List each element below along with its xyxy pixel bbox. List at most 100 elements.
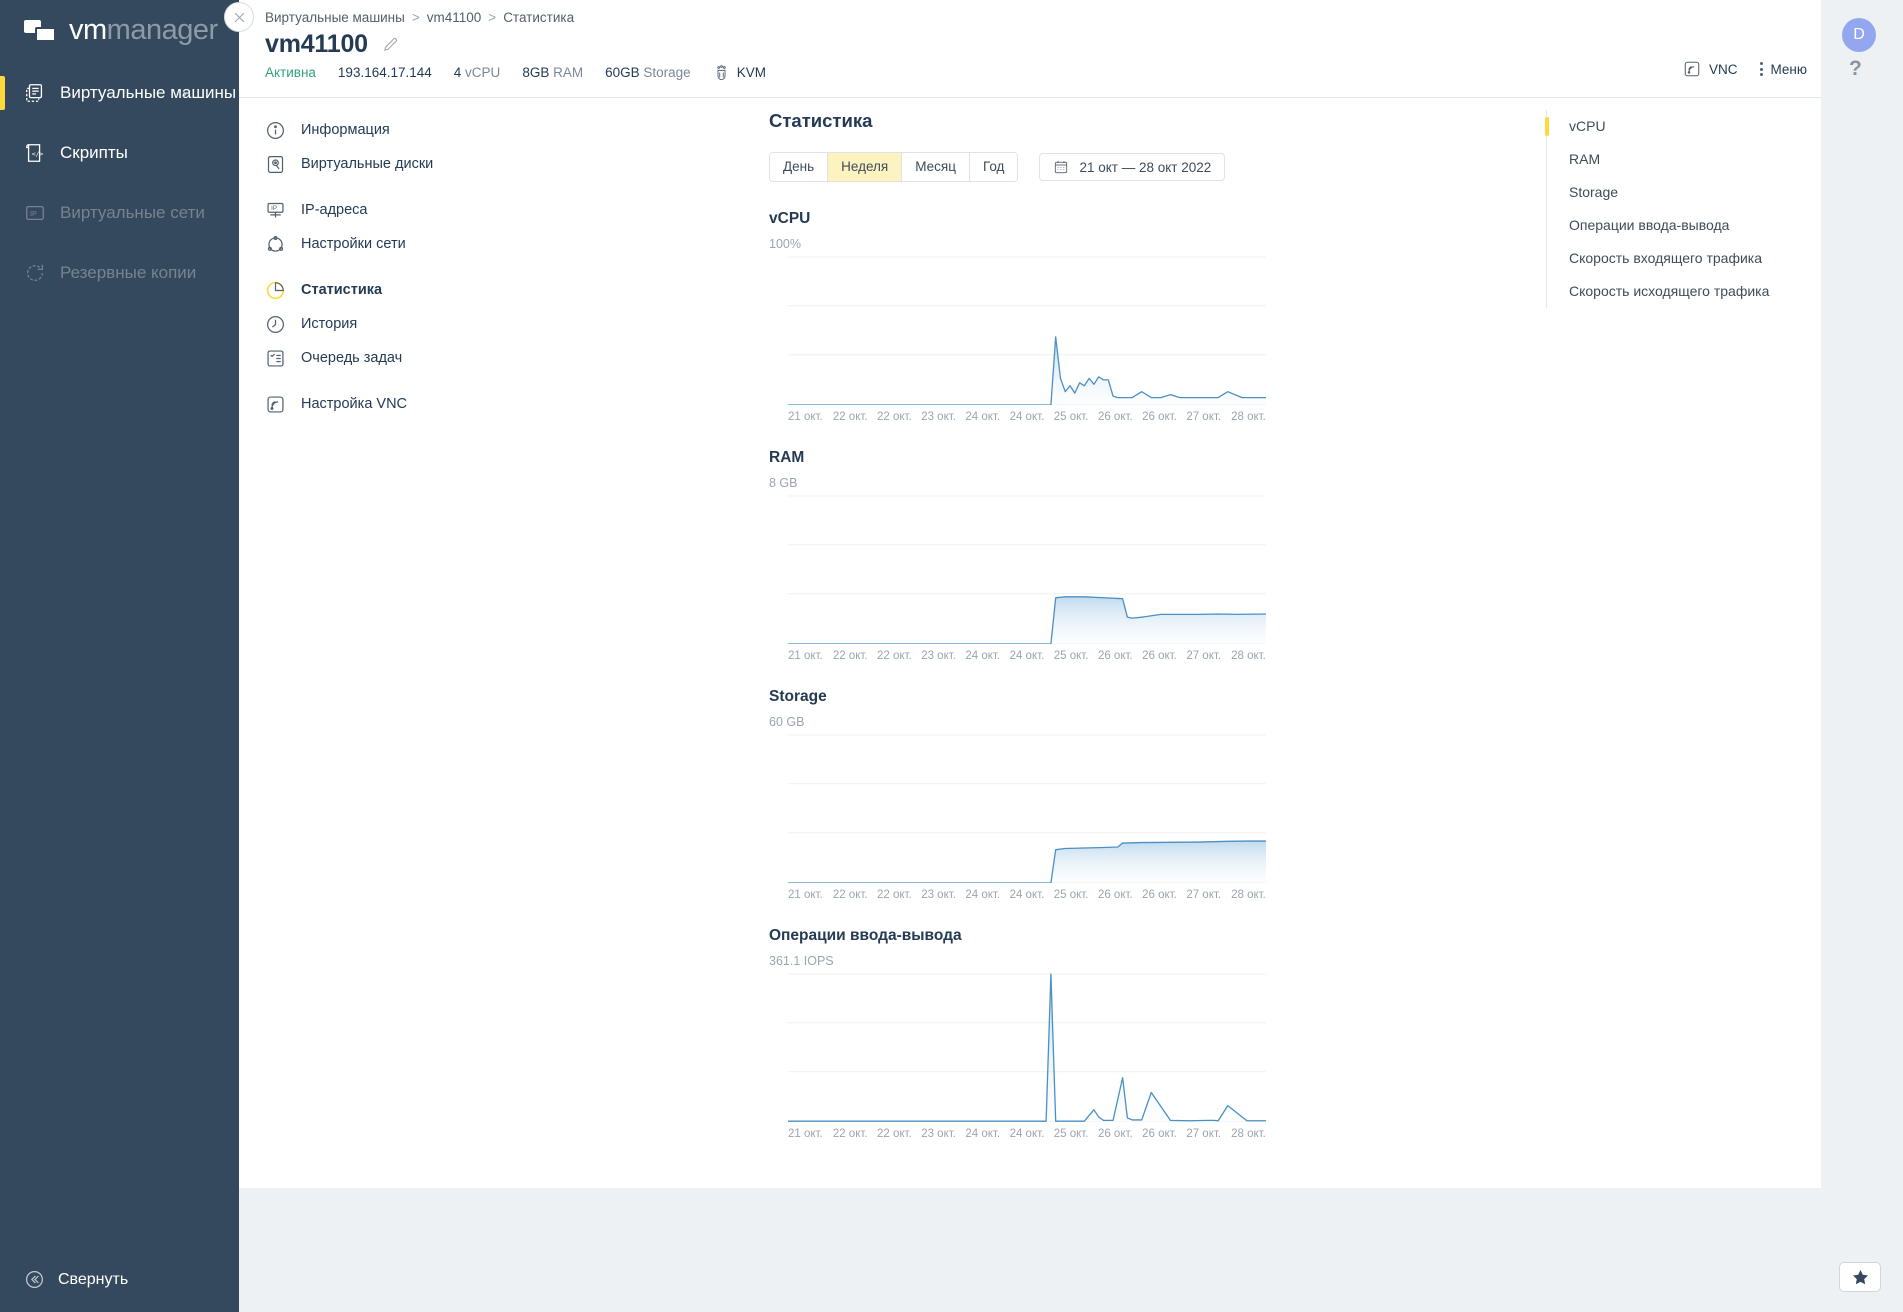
- x-tick-label: 24 окт.: [1009, 650, 1045, 662]
- brand-manager: manager: [106, 14, 218, 46]
- chevron-right-icon[interactable]: ›: [182, 85, 187, 102]
- svg-text:</>: </>: [32, 150, 44, 158]
- left-sidebar: vmmanager Виртуальные машины › </> Скрип…: [0, 0, 239, 1312]
- x-tick-label: 27 окт.: [1186, 411, 1222, 423]
- breadcrumb-item-vms[interactable]: Виртуальные машины: [265, 10, 405, 25]
- menu-item-virtual-disks[interactable]: Виртуальные диски: [265, 147, 555, 181]
- menu-item-vnc-settings[interactable]: Настройка VNC: [265, 387, 555, 421]
- period-option-day[interactable]: День: [770, 153, 829, 181]
- date-range-picker[interactable]: 21 окт — 28 окт 2022: [1039, 153, 1226, 181]
- x-tick-label: 25 окт.: [1053, 411, 1089, 423]
- header-actions: VNC Меню: [1683, 60, 1807, 78]
- menu-item-ip-addresses[interactable]: IP IP-адреса: [265, 193, 555, 227]
- vm-section-menu: Информация Виртуальные диски IP IP-адрес…: [265, 113, 555, 433]
- sidebar-item-label: Скрипты: [60, 143, 128, 162]
- menu-item-label: Виртуальные диски: [301, 156, 434, 172]
- x-tick-label: 28 окт.: [1231, 411, 1266, 423]
- vmmanager-logo-icon: [24, 18, 58, 44]
- sidebar-item-label: Виртуальные сети: [60, 203, 205, 222]
- menu-item-label: Статистика: [301, 282, 383, 298]
- chart-title: Storage: [769, 688, 827, 705]
- x-tick-label: 22 окт.: [877, 411, 912, 423]
- anchor-ram[interactable]: RAM: [1547, 143, 1836, 176]
- chart-title: RAM: [769, 449, 805, 466]
- chart-title: vCPU: [769, 210, 811, 227]
- vnc-label: VNC: [1708, 61, 1738, 77]
- x-tick-label: 25 окт.: [1053, 650, 1089, 662]
- period-option-week[interactable]: Неделя: [828, 153, 903, 181]
- chart-title: Операции ввода-вывода: [769, 927, 962, 944]
- vnc-icon: [267, 395, 284, 413]
- servers-icon: [26, 84, 43, 102]
- sidebar-item-scripts[interactable]: </> Скрипты: [0, 132, 239, 174]
- x-tick-label: 26 окт.: [1097, 411, 1133, 423]
- chart-anchor-nav: vCPU RAM Storage Операции ввода-вывода С…: [1545, 110, 1836, 308]
- sidebar-item-virtual-networks[interactable]: IP Виртуальные сети: [0, 192, 239, 234]
- menu-item-information[interactable]: Информация: [265, 113, 555, 147]
- date-range-label: 21 окт — 28 окт 2022: [1079, 159, 1212, 175]
- close-button[interactable]: [224, 2, 254, 32]
- anchor-vcpu[interactable]: vCPU: [1545, 110, 1836, 143]
- x-tick-label: 24 окт.: [965, 650, 1001, 662]
- x-tick-label: 23 окт.: [921, 650, 956, 662]
- x-tick-label: 27 окт.: [1186, 650, 1222, 662]
- x-tick-label: 24 окт.: [1009, 889, 1045, 901]
- sidebar-item-virtual-machines[interactable]: Виртуальные машины ›: [0, 72, 239, 114]
- menu-button[interactable]: Меню: [1759, 61, 1808, 77]
- menu-item-network-settings[interactable]: Настройки сети: [265, 227, 555, 261]
- breadcrumb: Виртуальные машины > vm41100 > Статистик…: [265, 10, 574, 25]
- period-option-month[interactable]: Месяц: [902, 153, 970, 181]
- vnc-icon: [1684, 61, 1700, 77]
- collapse-sidebar-button[interactable]: Свернуть: [24, 1269, 128, 1290]
- anchor-inbound-traffic[interactable]: Скорость входящего трафика: [1547, 242, 1836, 275]
- breadcrumb-item-current: Статистика: [503, 10, 575, 25]
- vm-vcpu: 4 vCPU: [453, 65, 501, 80]
- anchor-io-operations[interactable]: Операции ввода-вывода: [1547, 209, 1836, 242]
- sidebar-nav: Виртуальные машины › </> Скрипты IP Вирт…: [0, 72, 239, 312]
- avatar[interactable]: D: [1842, 18, 1876, 52]
- x-tick-label: 26 окт.: [1142, 889, 1177, 901]
- menu-item-label: IP-адреса: [301, 202, 368, 218]
- x-tick-label: 25 окт.: [1053, 1128, 1089, 1140]
- statistics-icon: [266, 281, 285, 299]
- chart-x-axis: 21 окт. 22 окт. 22 окт. 23 окт. 24 окт. 24 ок…: [788, 411, 1266, 423]
- sidebar-item-backups[interactable]: Резервные копии: [0, 252, 239, 294]
- vm-storage: 60GB Storage: [605, 65, 691, 80]
- edit-pencil-icon[interactable]: [382, 36, 399, 53]
- menu-item-history[interactable]: История: [265, 307, 555, 341]
- anchor-storage[interactable]: Storage: [1547, 176, 1836, 209]
- period-option-year[interactable]: Год: [969, 153, 1018, 181]
- menu-item-label: Информация: [301, 122, 390, 138]
- sidebar-item-label: Резервные копии: [60, 263, 197, 282]
- x-tick-label: 28 окт.: [1231, 650, 1266, 662]
- x-tick-label: 21 окт.: [788, 1128, 823, 1140]
- close-icon: [234, 12, 244, 22]
- brand-logo[interactable]: vmmanager: [24, 16, 218, 45]
- help-icon[interactable]: ?: [1849, 57, 1862, 81]
- favorites-button[interactable]: [1839, 1262, 1881, 1292]
- chart-canvas[interactable]: [788, 253, 1266, 405]
- ip-network-icon: IP: [26, 205, 44, 221]
- chart-canvas[interactable]: [788, 970, 1266, 1122]
- chart-canvas[interactable]: [788, 731, 1266, 883]
- x-tick-label: 22 окт.: [877, 650, 912, 662]
- x-tick-label: 26 окт.: [1097, 650, 1133, 662]
- breadcrumb-item-vm[interactable]: vm41100: [427, 10, 482, 25]
- menu-item-task-queue[interactable]: Очередь задач: [265, 341, 555, 375]
- disk-icon: [267, 155, 284, 173]
- x-tick-label: 23 окт.: [921, 889, 956, 901]
- anchor-outbound-traffic[interactable]: Скорость исходящего трафика: [1547, 275, 1836, 308]
- vm-hypervisor: KVM: [713, 64, 766, 81]
- chart-block: Storage 60 GB 21 окт. 22 окт. 22 окт. 23 ок…: [769, 688, 1509, 901]
- menu-label: Меню: [1770, 61, 1808, 77]
- chart-canvas[interactable]: [788, 492, 1266, 644]
- chart-block: Операции ввода-вывода 361.1 IOPS 21 окт.…: [769, 927, 1509, 1140]
- statistics-heading: Статистика: [769, 110, 873, 131]
- info-icon: [267, 121, 284, 139]
- kebab-menu-icon: [1759, 62, 1763, 76]
- vnc-button[interactable]: VNC: [1683, 60, 1738, 78]
- menu-item-statistics[interactable]: Статистика: [265, 273, 555, 307]
- x-tick-label: 24 окт.: [965, 1128, 1001, 1140]
- x-tick-label: 28 окт.: [1231, 889, 1266, 901]
- x-tick-label: 26 окт.: [1142, 411, 1177, 423]
